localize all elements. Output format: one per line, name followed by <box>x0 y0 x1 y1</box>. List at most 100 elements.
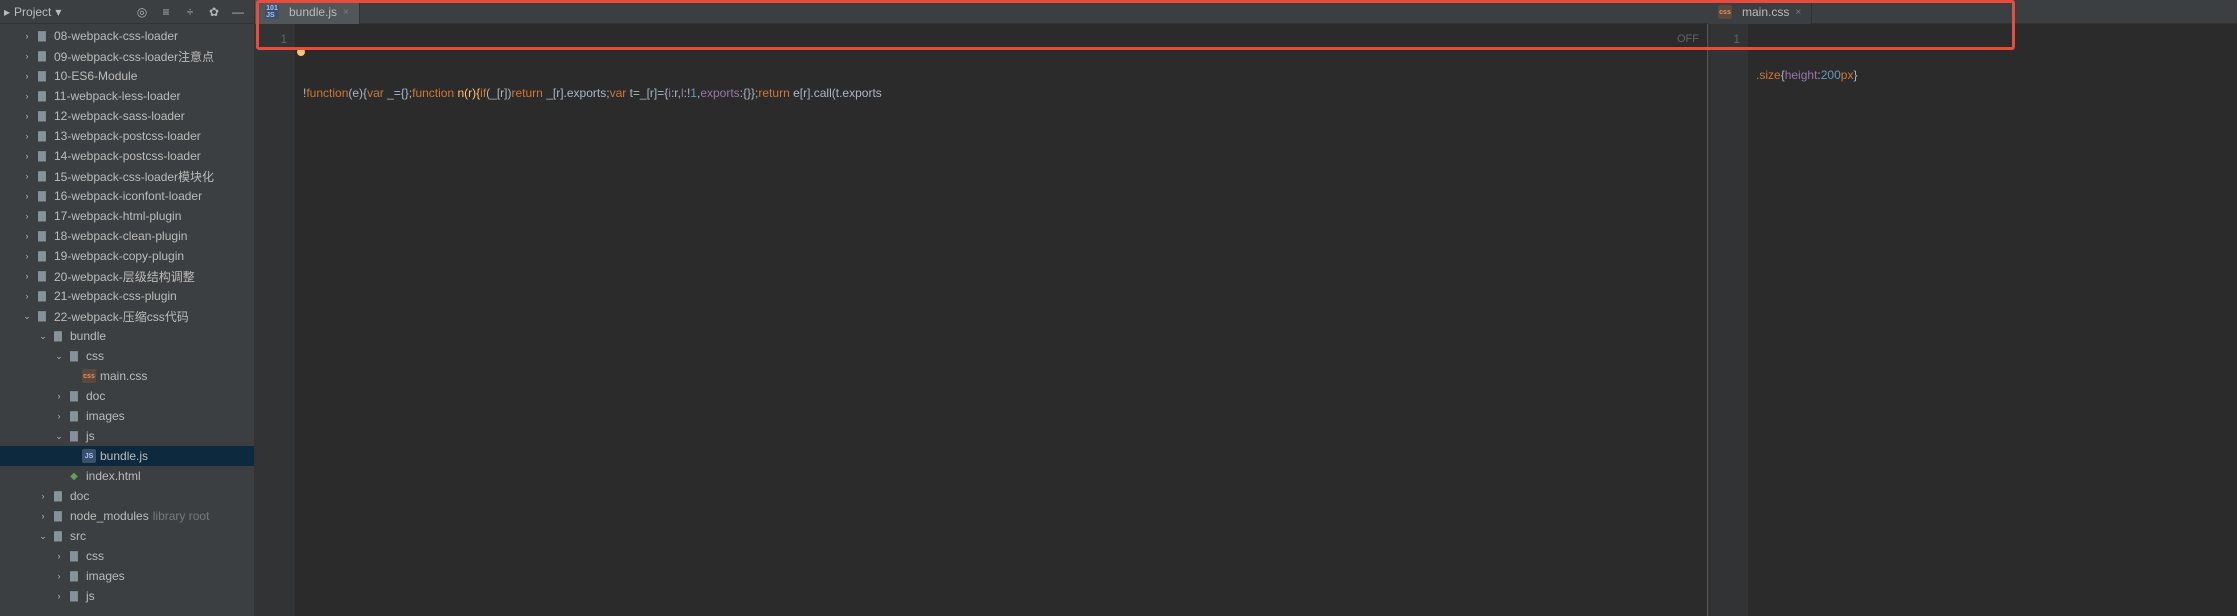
chevron-right-icon[interactable]: › <box>52 591 66 601</box>
tree-item-09-webpack-css-loader-[interactable]: ›▇09-webpack-css-loader注意点 <box>0 46 254 66</box>
tree-label: 12-webpack-sass-loader <box>54 109 185 123</box>
tree-label: images <box>86 409 125 423</box>
tree-label: 10-ES6-Module <box>54 69 137 83</box>
tree-item-main-css[interactable]: cssmain.css <box>0 366 254 386</box>
js-icon: JS <box>82 449 96 463</box>
chevron-right-icon[interactable]: › <box>36 511 50 521</box>
chevron-right-icon[interactable]: › <box>52 391 66 401</box>
tree-item-doc[interactable]: ›▇doc <box>0 486 254 506</box>
css-icon: css <box>1718 5 1732 19</box>
tree-item-22-webpack-css-[interactable]: ⌄▇22-webpack-压缩css代码 <box>0 306 254 326</box>
gutter-right: 1 <box>1708 24 1748 616</box>
tree-item-images[interactable]: ›▇images <box>0 566 254 586</box>
chevron-down-icon[interactable]: ⌄ <box>52 431 66 442</box>
chevron-right-icon[interactable]: › <box>52 551 66 561</box>
chevron-right-icon[interactable]: › <box>36 491 50 501</box>
tree-label: 20-webpack-层级结构调整 <box>54 268 195 285</box>
tree-item-12-webpack-sass-loader[interactable]: ›▇12-webpack-sass-loader <box>0 106 254 126</box>
tree-item-css[interactable]: ⌄▇css <box>0 346 254 366</box>
chevron-down-icon[interactable]: ⌄ <box>36 331 50 342</box>
tree-item-14-webpack-postcss-loader[interactable]: ›▇14-webpack-postcss-loader <box>0 146 254 166</box>
tree-item-19-webpack-copy-plugin[interactable]: ›▇ 19-webpack-copy-plugin <box>0 246 254 266</box>
js-icon: 101JS <box>265 5 279 19</box>
code-area-left[interactable]: !function(e){var _={};function n(r){if(_… <box>295 24 1707 616</box>
tree-label: images <box>86 569 125 583</box>
chevron-right-icon[interactable]: › <box>52 411 66 421</box>
tree-item-src[interactable]: ⌄▇src <box>0 526 254 546</box>
locate-icon[interactable]: ◎ <box>134 4 150 20</box>
tree-item-index-html[interactable]: ◆index.html <box>0 466 254 486</box>
chevron-right-icon[interactable]: › <box>52 571 66 581</box>
sidebar-header: ▸ Project ◎ ≡ ÷ ✿ — <box>0 0 254 24</box>
tree-label: 13-webpack-postcss-loader <box>54 129 201 143</box>
gutter-left: 1 <box>255 24 295 616</box>
folder-icon: ▇ <box>66 548 82 564</box>
folder-icon: ▇ <box>34 128 50 144</box>
tree-item-bundle[interactable]: ⌄▇bundle <box>0 326 254 346</box>
collapse-all-icon[interactable]: ÷ <box>182 4 198 20</box>
expand-all-icon[interactable]: ≡ <box>158 4 174 20</box>
project-tree[interactable]: ›▇08-webpack-css-loader›▇09-webpack-css-… <box>0 24 254 616</box>
tree-item-13-webpack-postcss-loader[interactable]: ›▇ 13-webpack-postcss-loader <box>0 126 254 146</box>
split-editors: 1 !function(e){var _={};function n(r){if… <box>255 24 2237 616</box>
tree-label: 15-webpack-css-loader模块化 <box>54 168 214 185</box>
tree-item-images[interactable]: ›▇images <box>0 406 254 426</box>
wrap-off-label[interactable]: OFF <box>1677 30 1699 48</box>
sidebar-title-group[interactable]: ▸ Project <box>4 5 61 19</box>
tree-item-08-webpack-css-loader[interactable]: ›▇ 08-webpack-css-loader <box>0 26 254 46</box>
tree-sublabel: library root <box>153 509 210 523</box>
tree-label: doc <box>86 389 105 403</box>
code-area-right[interactable]: .size{height:200px} <box>1748 24 2237 616</box>
folder-icon: ▇ <box>34 248 50 264</box>
chevron-right-icon[interactable]: › <box>20 211 34 221</box>
close-icon[interactable]: × <box>1795 7 1801 18</box>
chevron-right-icon[interactable]: › <box>20 151 34 161</box>
tab-bundle-js[interactable]: 101JS bundle.js × <box>255 0 360 24</box>
folder-icon: ▇ <box>34 88 50 104</box>
tree-item-10-es6-module[interactable]: ›▇10-ES6-Module <box>0 66 254 86</box>
chevron-right-icon[interactable]: › <box>20 91 34 101</box>
tree-item-18-webpack-clean-plugin[interactable]: ›▇18-webpack-clean-plugin <box>0 226 254 246</box>
tree-item-css[interactable]: ›▇css <box>0 546 254 566</box>
chevron-right-icon[interactable]: › <box>20 231 34 241</box>
tree-item-js[interactable]: ⌄▇js <box>0 426 254 446</box>
chevron-right-icon[interactable]: › <box>20 31 34 41</box>
tree-label: 08-webpack-css-loader <box>54 29 178 43</box>
chevron-down-icon[interactable]: ⌄ <box>20 311 34 322</box>
chevron-right-icon[interactable]: › <box>20 171 34 181</box>
tree-item-20-webpack-[interactable]: ›▇20-webpack-层级结构调整 <box>0 266 254 286</box>
editor-pane-right: css main.css × 1 .size{height:200px} <box>1707 24 2237 616</box>
tree-item-15-webpack-css-loader-[interactable]: ›▇15-webpack-css-loader模块化 <box>0 166 254 186</box>
line-number: 1 <box>255 30 287 48</box>
gear-icon[interactable]: ✿ <box>206 4 222 20</box>
editor-area: 101JS bundle.js × 1 !function(e){var _={… <box>255 0 2237 616</box>
folder-icon: ▇ <box>66 588 82 604</box>
chevron-down-icon[interactable]: ⌄ <box>52 351 66 362</box>
chevron-right-icon[interactable]: › <box>20 271 34 281</box>
close-icon[interactable]: × <box>343 7 349 18</box>
folder-icon: ▇ <box>34 28 50 44</box>
chevron-right-icon[interactable]: › <box>20 251 34 261</box>
tree-item-node-modules[interactable]: ›▇node_moduleslibrary root <box>0 506 254 526</box>
tree-item-11-webpack-less-loader[interactable]: ›▇11-webpack-less-loader <box>0 86 254 106</box>
chevron-right-icon[interactable]: › <box>20 131 34 141</box>
tree-item-js[interactable]: ›▇js <box>0 586 254 606</box>
chevron-down-icon[interactable]: ⌄ <box>36 531 50 542</box>
tree-item-21-webpack-css-plugin[interactable]: ›▇21-webpack-css-plugin <box>0 286 254 306</box>
tree-item-doc[interactable]: ›▇doc <box>0 386 254 406</box>
chevron-right-icon[interactable]: › <box>20 191 34 201</box>
chevron-right-icon[interactable]: › <box>20 111 34 121</box>
tree-item-bundle-js[interactable]: JSbundle.js <box>0 446 254 466</box>
hide-icon[interactable]: — <box>230 4 246 20</box>
chevron-right-icon[interactable]: › <box>20 51 34 61</box>
tab-main-css[interactable]: css main.css × <box>1708 0 1812 24</box>
tree-label: 19-webpack-copy-plugin <box>54 249 184 263</box>
tree-item-17-webpack-html-plugin[interactable]: ›▇17-webpack-html-plugin <box>0 206 254 226</box>
chevron-right-icon[interactable]: › <box>20 71 34 81</box>
editor-pane-left: 1 !function(e){var _={};function n(r){if… <box>255 24 1707 616</box>
chevron-right-icon[interactable]: › <box>20 291 34 301</box>
tree-item-16-webpack-iconfont-loader[interactable]: ›▇16-webpack-iconfont-loader <box>0 186 254 206</box>
folder-icon: ▇ <box>34 288 50 304</box>
tab-label: bundle.js <box>289 5 337 19</box>
tree-label: css <box>86 349 104 363</box>
